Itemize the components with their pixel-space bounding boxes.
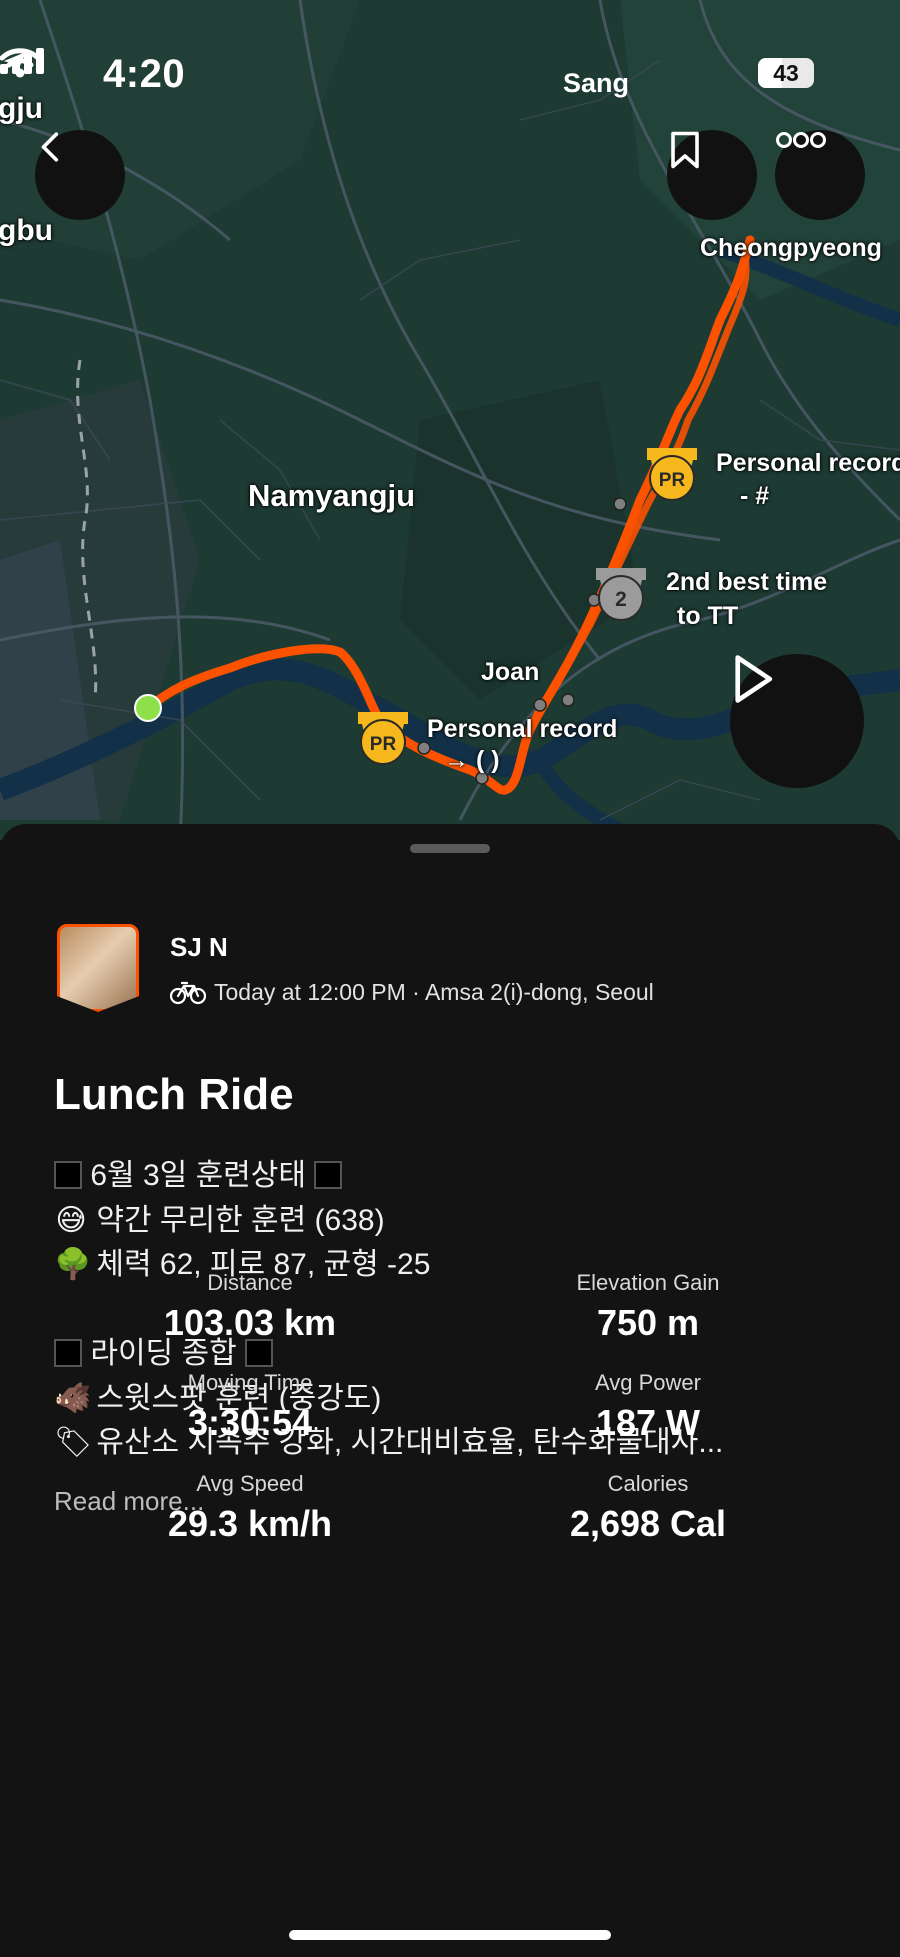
stat-moving-time: Moving Time 3:30:54 bbox=[60, 1370, 440, 1444]
black-square-icon bbox=[54, 1161, 82, 1189]
activity-title: Lunch Ride bbox=[54, 1070, 294, 1119]
stat-label: Moving Time bbox=[187, 1370, 313, 1395]
back-button[interactable] bbox=[35, 130, 125, 220]
stat-value: 750 m bbox=[596, 1302, 700, 1343]
stat-value: 3:30:54 bbox=[187, 1402, 313, 1443]
description-line: 😅 약간 무리한 훈련 (638) bbox=[54, 1199, 723, 1244]
bookmark-button[interactable] bbox=[667, 130, 757, 220]
stat-value: 187 W bbox=[595, 1402, 701, 1443]
start-marker bbox=[134, 694, 162, 722]
chevron-left-icon bbox=[41, 132, 59, 162]
avatar[interactable] bbox=[57, 924, 139, 1012]
prefix-emoji-icon: 😅 bbox=[55, 1203, 87, 1237]
map-label-partial-left: gbu bbox=[0, 214, 53, 247]
stat-elevation-gain: Elevation Gain 750 m bbox=[458, 1270, 838, 1344]
stat-value: 103.03 km bbox=[163, 1302, 337, 1343]
activity-meta: Today at 12:00 PM · Amsa 2(i)-dong, Seou… bbox=[170, 979, 654, 1006]
achievement-3-subtext: → ( ) bbox=[444, 746, 500, 774]
status-bar: 4:20 Sang 43 bbox=[0, 48, 900, 98]
status-time: 4:20 bbox=[103, 52, 186, 96]
stat-calories: Calories 2,698 Cal bbox=[458, 1471, 838, 1545]
description-text: 6월 3일 훈련상태 bbox=[90, 1159, 306, 1192]
svg-text:PR: PR bbox=[370, 734, 397, 755]
bicycle-icon bbox=[170, 981, 206, 1004]
bookmark-icon bbox=[671, 131, 699, 169]
achievement-2-subtext: to TT bbox=[677, 602, 739, 630]
activity-time-location: Today at 12:00 PM · Amsa 2(i)-dong, Seou… bbox=[214, 979, 654, 1005]
stat-label: Elevation Gain bbox=[576, 1270, 720, 1295]
map-label-joan: Joan bbox=[481, 658, 540, 686]
black-square-icon bbox=[314, 1161, 343, 1189]
description-line: 6월 3일 훈련상태 bbox=[54, 1154, 723, 1199]
map-label-namyangju: Namyangju bbox=[248, 478, 416, 513]
battery-level: 43 bbox=[773, 60, 799, 86]
achievement-badge-2: 2 bbox=[596, 568, 646, 621]
athlete-name[interactable]: SJ N bbox=[170, 932, 228, 963]
achievement-badge-3: PR bbox=[358, 712, 408, 765]
svg-text:2: 2 bbox=[615, 588, 627, 611]
stat-label: Avg Speed bbox=[196, 1471, 304, 1496]
stat-avg-speed: Avg Speed 29.3 km/h bbox=[60, 1471, 440, 1545]
stat-avg-power: Avg Power 187 W bbox=[458, 1370, 838, 1444]
sheet-grabber[interactable] bbox=[410, 844, 490, 853]
achievement-1-subtext: - # bbox=[740, 482, 770, 510]
stat-distance: Distance 103.03 km bbox=[60, 1270, 440, 1344]
home-indicator bbox=[289, 1930, 611, 1940]
wifi-icon bbox=[0, 48, 40, 78]
achievement-1-text: Personal record bbox=[716, 449, 900, 477]
map-label-cheongpyeong: Cheongpyeong bbox=[700, 234, 882, 262]
achievement-3-text: Personal record bbox=[427, 715, 618, 743]
play-flyover-button[interactable] bbox=[730, 654, 864, 788]
achievement-2-text: 2nd best time bbox=[666, 568, 828, 596]
stat-value: 29.3 km/h bbox=[167, 1503, 333, 1544]
stat-value: 2,698 Cal bbox=[569, 1503, 727, 1544]
route-map[interactable]: PR 2 PR gju gbu Namyangju Cheongpyeong J… bbox=[0, 0, 900, 840]
stat-label: Avg Power bbox=[595, 1370, 701, 1395]
more-dots-icon bbox=[776, 132, 826, 148]
stat-label: Calories bbox=[607, 1471, 689, 1496]
more-options-button[interactable] bbox=[775, 130, 865, 220]
battery-indicator: 43 bbox=[758, 58, 814, 88]
achievement-badge-1: PR bbox=[647, 448, 697, 501]
svg-text:PR: PR bbox=[659, 470, 686, 491]
description-text: 약간 무리한 훈련 (638) bbox=[96, 1203, 385, 1237]
play-icon bbox=[735, 655, 773, 703]
activity-sheet: SJ N Today at 12:00 PM · Amsa 2(i)-dong,… bbox=[0, 824, 900, 1957]
stat-label: Distance bbox=[207, 1270, 293, 1295]
status-carrier: Sang bbox=[563, 68, 630, 98]
